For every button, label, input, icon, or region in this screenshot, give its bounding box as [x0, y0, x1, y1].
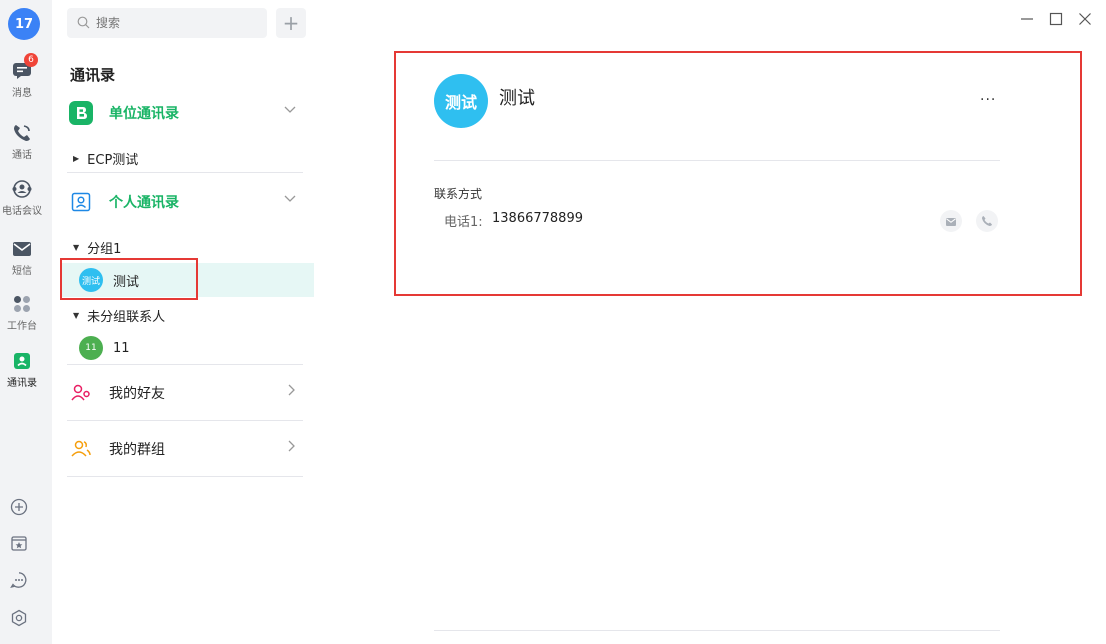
add-circle-icon[interactable] [8, 496, 30, 518]
contact-row-11[interactable]: 11 11 [79, 336, 341, 360]
rail-label: 电话会议 [2, 206, 42, 217]
rail-item-calls[interactable]: 通话 [0, 122, 44, 161]
divider [434, 630, 1000, 631]
section-my-friends[interactable]: 我的好友 [67, 375, 303, 411]
groups-icon [67, 435, 95, 463]
contact-name: 11 [113, 340, 130, 356]
divider [67, 364, 303, 365]
caret-right-icon: ▶ [73, 153, 80, 163]
sms-icon [11, 238, 33, 260]
close-icon[interactable] [1078, 12, 1092, 30]
rail-label: 通讯录 [7, 378, 37, 389]
settings-icon[interactable] [8, 607, 30, 629]
tree-item-label: ECP测试 [87, 152, 139, 168]
contacts-panel: + 通讯录 单位通讯录 ▶ ECP测试 个人通讯录 ▼ 分组1 测试 测试 ▼ [52, 0, 322, 644]
workbench-icon [11, 293, 33, 315]
tree-group-1[interactable]: ▼ 分组1 [73, 237, 335, 257]
section-label: 我的好友 [109, 386, 165, 402]
rail-item-contacts[interactable]: 通讯录 [0, 350, 44, 389]
rail-label: 通话 [12, 150, 32, 161]
minimize-icon[interactable] [1020, 12, 1034, 30]
plus-icon: + [282, 11, 300, 35]
rail-item-conference[interactable]: 电话会议 [0, 178, 44, 217]
rail-item-sms[interactable]: 短信 [0, 238, 44, 277]
add-button[interactable]: + [276, 8, 306, 38]
section-label: 我的群组 [109, 442, 165, 458]
search-input[interactable] [96, 16, 256, 30]
rail-label: 工作台 [7, 321, 37, 332]
tree-group-label: 分组1 [87, 241, 122, 257]
maximize-icon[interactable] [1049, 12, 1063, 30]
tree-item-ecp[interactable]: ▶ ECP测试 [73, 148, 335, 168]
conference-icon [11, 178, 33, 200]
panel-title: 通讯录 [70, 66, 116, 84]
section-personal-contacts[interactable]: 个人通讯录 [67, 184, 303, 220]
chevron-down-icon [283, 103, 297, 119]
avatar: 11 [79, 336, 103, 360]
highlight-box-selected-contact [60, 258, 198, 300]
chevron-right-icon [287, 383, 297, 401]
rail-label: 消息 [12, 88, 32, 99]
section-org-contacts[interactable]: 单位通讯录 [67, 95, 303, 131]
favorite-box-icon[interactable] [8, 532, 30, 554]
rail-label: 短信 [12, 266, 32, 277]
caret-down-icon: ▼ [73, 310, 80, 320]
divider [67, 476, 303, 477]
left-rail: 17 6 消息 通话 电话会议 短信 工作台 通讯录 [0, 0, 52, 644]
phone-icon [11, 122, 33, 144]
chat-more-icon[interactable] [8, 569, 30, 591]
divider [67, 420, 303, 421]
chevron-down-icon [283, 192, 297, 208]
rail-item-messages[interactable]: 6 消息 [0, 53, 44, 99]
building-icon [67, 99, 95, 127]
rail-item-workbench[interactable]: 工作台 [0, 293, 44, 332]
message-icon: 6 [11, 53, 38, 82]
chevron-right-icon [287, 439, 297, 457]
unread-badge: 6 [24, 53, 38, 67]
search-box[interactable] [67, 8, 267, 38]
section-label: 单位通讯录 [109, 106, 179, 122]
tree-group-ungrouped[interactable]: ▼ 未分组联系人 [73, 305, 335, 325]
person-card-icon [67, 188, 95, 216]
friends-icon [67, 379, 95, 407]
search-icon [77, 14, 90, 33]
section-my-groups[interactable]: 我的群组 [67, 431, 303, 467]
caret-down-icon: ▼ [73, 242, 80, 252]
tree-group-label: 未分组联系人 [87, 309, 166, 325]
contact-detail-pane: 测试 测试 ... 联系方式 电话1: 13866778899 [322, 0, 1106, 644]
section-label: 个人通讯录 [109, 195, 179, 211]
highlight-box-contact-details [394, 51, 1082, 296]
contacts-icon [11, 350, 33, 372]
user-avatar[interactable]: 17 [8, 8, 40, 40]
divider [67, 172, 303, 173]
